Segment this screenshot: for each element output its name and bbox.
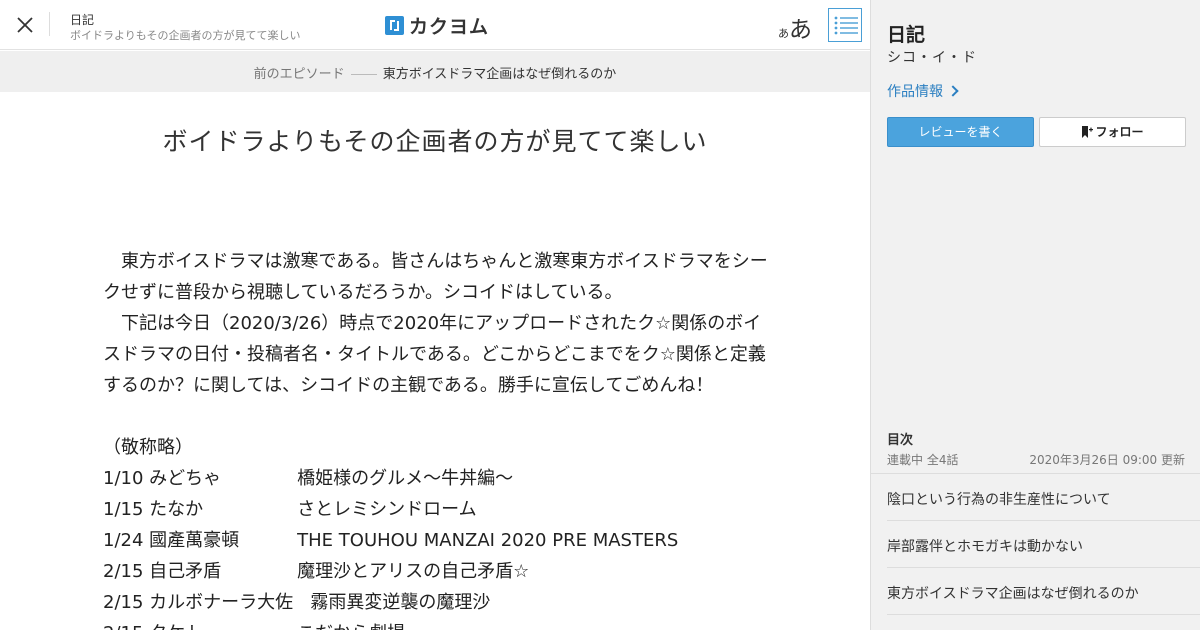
item-author: たなか — [149, 499, 204, 520]
list-item: 2/15 自己矛盾 魔理沙とアリスの自己矛盾☆ — [103, 556, 768, 587]
toc-button[interactable] — [828, 8, 862, 42]
write-review-button[interactable]: レビューを書く — [887, 117, 1034, 147]
reader-main: 日記 ボイドラよりもその企画者の方が見てて楽しい カクヨム ああ 前のエピソード… — [0, 0, 870, 630]
toc-status: 連載中 全4話 — [887, 453, 959, 467]
body-paragraph: （敬称略） — [103, 437, 193, 458]
list-item: 1/24 國產萬豪頓 THE TOUHOU MANZAI 2020 PRE MAS… — [103, 525, 768, 556]
follow-label: フォロー — [1095, 125, 1144, 139]
item-title: こだから劇場 — [297, 618, 405, 630]
sidebar: 日記 シコ・イ・ド 作品情報 レビューを書く フォロー 目次 連載中 全4話 2… — [870, 0, 1200, 630]
episode-body: 東方ボイスドラマは激寒である。皆さんはちゃんと激寒東方ボイスドラマをシークせずに… — [103, 246, 768, 630]
body-paragraph: 下記は今日（2020/3/26）時点で2020年にアップロードされたク☆関係のボ… — [103, 313, 766, 396]
toc-item[interactable]: 岸部露伴とホモガキは動かない — [887, 521, 1200, 568]
list-item: 1/10 みどちゃ 橋姫様のグルメ～牛丼編～ — [103, 463, 768, 494]
chevron-right-icon — [947, 85, 959, 97]
work-title[interactable]: 日記 — [70, 11, 94, 28]
item-date: 2/15 — [103, 592, 144, 613]
top-bar: 日記 ボイドラよりもその企画者の方が見てて楽しい カクヨム ああ — [0, 0, 870, 50]
close-button[interactable] — [10, 10, 40, 40]
kakuyomu-logo[interactable]: カクヨム — [385, 13, 490, 38]
toc-heading: 目次 — [887, 433, 914, 448]
toc-list: 陰口という行為の非生産性について 岸部露伴とホモガキは動かない 東方ボイスドラマ… — [871, 473, 1200, 615]
toc-item[interactable]: 陰口という行為の非生産性について — [887, 474, 1200, 521]
list-item: 2/15 タケトこだから劇場 — [103, 618, 768, 630]
episode-title: ボイドラよりもその企画者の方が見てて楽しい — [162, 127, 708, 156]
close-icon — [17, 17, 33, 33]
item-title: 橋姫様のグルメ～牛丼編～ — [297, 468, 514, 489]
item-author: みどちゃ — [149, 468, 222, 489]
item-title: 霧雨異変逆襲の魔理沙 — [310, 592, 491, 613]
item-author: カルボナーラ大佐 — [149, 592, 294, 613]
logo-text: カクヨム — [409, 15, 490, 38]
prev-episode-label: 前のエピソード — [253, 67, 345, 82]
work-info-label: 作品情報 — [887, 84, 943, 100]
follow-button[interactable]: フォロー — [1039, 117, 1186, 147]
item-title: さとレミシンドローム — [297, 499, 477, 520]
prev-episode-title[interactable]: 東方ボイスドラマ企画はなぜ倒れるのか — [383, 67, 617, 82]
bookmark-plus-icon — [1082, 126, 1094, 138]
item-author: タケト — [149, 618, 297, 630]
prev-episode-line — [350, 74, 377, 75]
font-size-button[interactable]: ああ — [778, 10, 812, 43]
divider — [49, 12, 50, 36]
item-date: 1/24 — [103, 530, 144, 551]
toc-updated: 2020年3月26日 09:00 更新 — [1029, 453, 1185, 467]
font-small-glyph: あ — [778, 27, 789, 40]
item-title: 魔理沙とアリスの自己矛盾☆ — [297, 561, 530, 582]
list-item: 1/15 たなか さとレミシンドローム — [103, 494, 768, 525]
sidebar-author[interactable]: シコ・イ・ド — [887, 47, 977, 67]
item-title: THE TOUHOU MANZAI 2020 PRE MASTERS — [297, 530, 679, 551]
item-date: 2/15 — [103, 618, 143, 630]
episode-subtitle: ボイドラよりもその企画者の方が見てて楽しい — [70, 29, 301, 42]
item-author: 自己矛盾 — [149, 561, 222, 582]
body-paragraph: 東方ボイスドラマは激寒である。皆さんはちゃんと激寒東方ボイスドラマをシークせずに… — [103, 251, 768, 303]
work-info-link[interactable]: 作品情報 — [887, 81, 959, 101]
item-date: 1/10 — [103, 468, 144, 489]
kakuyomu-logo-icon — [385, 15, 404, 35]
item-date: 2/15 — [103, 561, 144, 582]
sidebar-work-title[interactable]: 日記 — [887, 20, 925, 47]
toc-list-icon — [834, 16, 858, 35]
font-big-glyph: あ — [789, 17, 812, 43]
item-date: 1/15 — [103, 499, 144, 520]
toc-item[interactable]: 東方ボイスドラマ企画はなぜ倒れるのか — [887, 568, 1200, 615]
item-author: 國產萬豪頓 — [149, 530, 240, 551]
prev-episode-bar[interactable]: 前のエピソード 東方ボイスドラマ企画はなぜ倒れるのか — [0, 51, 870, 92]
list-item: 2/15 カルボナーラ大佐 霧雨異変逆襲の魔理沙 — [103, 587, 768, 618]
